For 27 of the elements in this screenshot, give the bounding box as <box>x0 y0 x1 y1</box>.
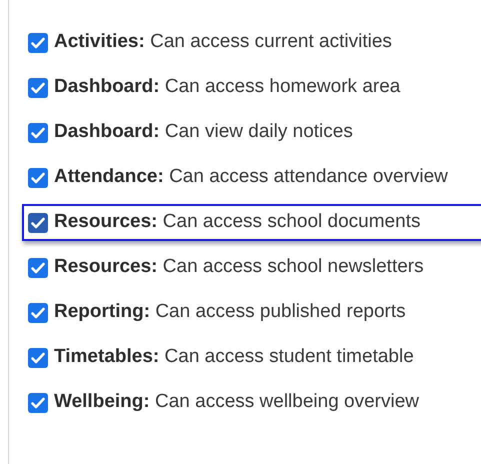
checkmark-icon <box>31 172 45 184</box>
permission-label: Timetables: Can access student timetable <box>54 345 414 370</box>
checkbox[interactable] <box>28 258 48 278</box>
checkmark-icon <box>31 82 45 94</box>
checkmark-icon <box>31 262 45 274</box>
checkbox[interactable] <box>28 212 48 232</box>
checkbox[interactable] <box>28 392 48 412</box>
checkbox[interactable] <box>28 122 48 142</box>
checkbox[interactable] <box>28 32 48 52</box>
permission-label: Reporting: Can access published reports <box>54 300 406 324</box>
permission-label: Wellbeing: Can access wellbeing overview <box>54 390 420 414</box>
checkbox[interactable] <box>28 168 48 188</box>
permission-label: Resources: Can access school documents <box>54 210 420 234</box>
permission-label: Resources: Can access school newsletters <box>54 255 424 280</box>
checkmark-icon <box>31 396 45 408</box>
checkbox[interactable] <box>28 348 48 368</box>
permission-label: Activities: Can access current activities <box>54 30 392 54</box>
checkmark-icon <box>31 36 45 48</box>
permission-label: Dashboard: Can view daily notices <box>54 120 353 144</box>
checkmark-icon <box>31 306 45 318</box>
permission-label: Dashboard: Can access homework area <box>54 75 400 100</box>
checkmark-icon <box>31 216 45 228</box>
checkbox[interactable] <box>28 78 48 98</box>
checkbox[interactable] <box>28 302 48 322</box>
checkmark-icon <box>31 126 45 138</box>
permission-label: Attendance: Can access attendance overview <box>54 165 448 190</box>
checkmark-icon <box>31 352 45 364</box>
